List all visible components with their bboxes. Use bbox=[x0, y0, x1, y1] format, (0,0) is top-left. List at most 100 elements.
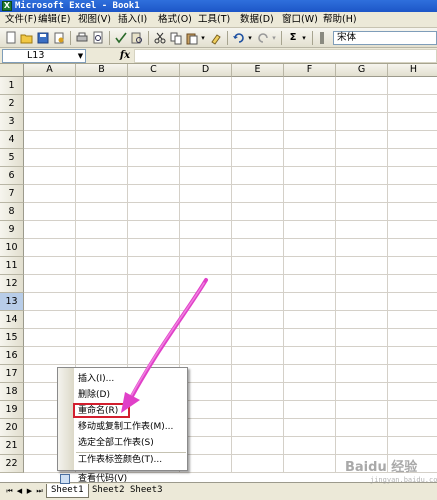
cell-d11[interactable] bbox=[180, 257, 232, 275]
cell-f2[interactable] bbox=[284, 95, 336, 113]
cell-c10[interactable] bbox=[128, 239, 180, 257]
cell-b8[interactable] bbox=[76, 203, 128, 221]
insert-function-icon[interactable]: fx bbox=[118, 49, 132, 63]
row-header-14[interactable]: 14 bbox=[0, 311, 24, 329]
cell-b7[interactable] bbox=[76, 185, 128, 203]
cell-a3[interactable] bbox=[24, 113, 76, 131]
cell-e11[interactable] bbox=[232, 257, 284, 275]
column-header-b[interactable]: B bbox=[76, 64, 128, 77]
cell-f17[interactable] bbox=[284, 365, 336, 383]
menu-format[interactable]: 格式(O) bbox=[158, 14, 192, 26]
cell-f19[interactable] bbox=[284, 401, 336, 419]
cell-b10[interactable] bbox=[76, 239, 128, 257]
row-header-20[interactable]: 20 bbox=[0, 419, 24, 437]
cut-icon[interactable] bbox=[153, 31, 167, 45]
menu-item-move-copy[interactable]: 移动或复制工作表(M)... bbox=[78, 420, 173, 434]
cell-g17[interactable] bbox=[336, 365, 388, 383]
cell-g3[interactable] bbox=[336, 113, 388, 131]
column-header-a[interactable]: A bbox=[24, 64, 76, 77]
cell-g19[interactable] bbox=[336, 401, 388, 419]
cell-b6[interactable] bbox=[76, 167, 128, 185]
cell-f11[interactable] bbox=[284, 257, 336, 275]
row-header-16[interactable]: 16 bbox=[0, 347, 24, 365]
cell-g18[interactable] bbox=[336, 383, 388, 401]
cell-a13[interactable] bbox=[24, 293, 76, 311]
cell-h15[interactable] bbox=[388, 329, 437, 347]
menu-data[interactable]: 数据(D) bbox=[240, 14, 274, 26]
cell-b9[interactable] bbox=[76, 221, 128, 239]
cell-a11[interactable] bbox=[24, 257, 76, 275]
cell-f14[interactable] bbox=[284, 311, 336, 329]
cell-d8[interactable] bbox=[180, 203, 232, 221]
cell-c16[interactable] bbox=[128, 347, 180, 365]
cell-a10[interactable] bbox=[24, 239, 76, 257]
column-header-f[interactable]: F bbox=[284, 64, 336, 77]
cell-e19[interactable] bbox=[232, 401, 284, 419]
column-header-e[interactable]: E bbox=[232, 64, 284, 77]
row-header-2[interactable]: 2 bbox=[0, 95, 24, 113]
cell-e22[interactable] bbox=[232, 455, 284, 473]
cell-h20[interactable] bbox=[388, 419, 437, 437]
cell-d6[interactable] bbox=[180, 167, 232, 185]
cell-a4[interactable] bbox=[24, 131, 76, 149]
row-header-21[interactable]: 21 bbox=[0, 437, 24, 455]
cell-e9[interactable] bbox=[232, 221, 284, 239]
cell-e6[interactable] bbox=[232, 167, 284, 185]
cell-a5[interactable] bbox=[24, 149, 76, 167]
row-header-3[interactable]: 3 bbox=[0, 113, 24, 131]
column-header-c[interactable]: C bbox=[128, 64, 180, 77]
cell-d10[interactable] bbox=[180, 239, 232, 257]
font-name-combo[interactable]: 宋体 bbox=[333, 31, 437, 45]
cell-g15[interactable] bbox=[336, 329, 388, 347]
cell-e15[interactable] bbox=[232, 329, 284, 347]
cell-e8[interactable] bbox=[232, 203, 284, 221]
row-header-10[interactable]: 10 bbox=[0, 239, 24, 257]
cell-g6[interactable] bbox=[336, 167, 388, 185]
undo-icon[interactable] bbox=[232, 31, 246, 45]
cell-g2[interactable] bbox=[336, 95, 388, 113]
cell-f1[interactable] bbox=[284, 77, 336, 95]
cell-c8[interactable] bbox=[128, 203, 180, 221]
cell-g5[interactable] bbox=[336, 149, 388, 167]
menu-item-tab-color[interactable]: 工作表标签颜色(T)... bbox=[78, 454, 162, 467]
cell-a9[interactable] bbox=[24, 221, 76, 239]
row-header-9[interactable]: 9 bbox=[0, 221, 24, 239]
cell-b12[interactable] bbox=[76, 275, 128, 293]
cell-a2[interactable] bbox=[24, 95, 76, 113]
cell-c6[interactable] bbox=[128, 167, 180, 185]
cell-b11[interactable] bbox=[76, 257, 128, 275]
cell-g13[interactable] bbox=[336, 293, 388, 311]
cell-c4[interactable] bbox=[128, 131, 180, 149]
next-sheet-icon[interactable]: ▶ bbox=[25, 487, 34, 496]
select-all-corner[interactable] bbox=[0, 64, 24, 77]
cell-c2[interactable] bbox=[128, 95, 180, 113]
row-header-17[interactable]: 17 bbox=[0, 365, 24, 383]
column-header-h[interactable]: H bbox=[388, 64, 437, 77]
cell-b2[interactable] bbox=[76, 95, 128, 113]
cell-c13[interactable] bbox=[128, 293, 180, 311]
cell-f12[interactable] bbox=[284, 275, 336, 293]
column-header-g[interactable]: G bbox=[336, 64, 388, 77]
cell-c3[interactable] bbox=[128, 113, 180, 131]
menu-item-insert[interactable]: 插入(I)... bbox=[78, 372, 114, 386]
cell-f5[interactable] bbox=[284, 149, 336, 167]
autosum-dropdown-icon[interactable]: ▾ bbox=[300, 31, 308, 45]
row-header-6[interactable]: 6 bbox=[0, 167, 24, 185]
cell-d16[interactable] bbox=[180, 347, 232, 365]
cell-e16[interactable] bbox=[232, 347, 284, 365]
cell-b3[interactable] bbox=[76, 113, 128, 131]
cell-d2[interactable] bbox=[180, 95, 232, 113]
menu-insert[interactable]: 插入(I) bbox=[118, 14, 147, 26]
cell-g14[interactable] bbox=[336, 311, 388, 329]
cell-f18[interactable] bbox=[284, 383, 336, 401]
cell-d14[interactable] bbox=[180, 311, 232, 329]
row-header-1[interactable]: 1 bbox=[0, 77, 24, 95]
cell-e21[interactable] bbox=[232, 437, 284, 455]
cell-h19[interactable] bbox=[388, 401, 437, 419]
cell-d4[interactable] bbox=[180, 131, 232, 149]
cell-a15[interactable] bbox=[24, 329, 76, 347]
cell-b15[interactable] bbox=[76, 329, 128, 347]
new-document-icon[interactable] bbox=[4, 31, 18, 45]
save-icon[interactable] bbox=[36, 31, 50, 45]
cell-a14[interactable] bbox=[24, 311, 76, 329]
